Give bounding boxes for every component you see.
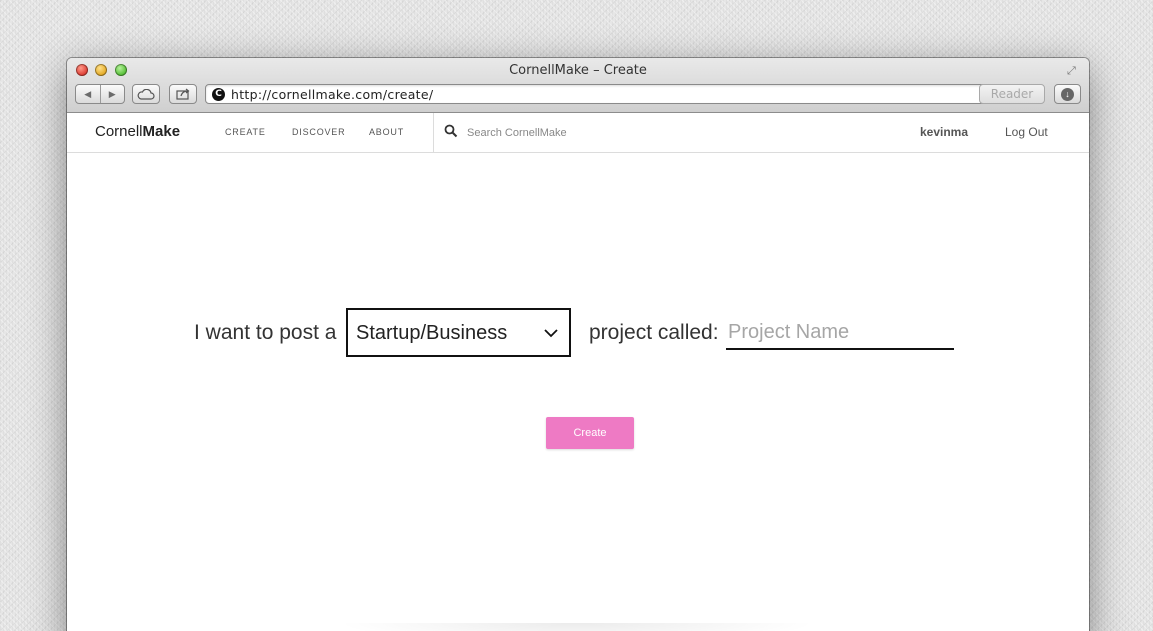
project-name-input[interactable] (726, 316, 954, 350)
window-title: CornellMake – Create (509, 63, 647, 78)
nav-divider (433, 113, 434, 152)
back-icon[interactable]: ◀ (76, 89, 100, 100)
site-logo[interactable]: CornellMake (95, 123, 180, 140)
selected-category: Startup/Business (356, 322, 508, 344)
forward-icon[interactable]: ▶ (101, 89, 125, 100)
project-category-select[interactable]: Startup/Business (346, 308, 571, 357)
username-link[interactable]: kevinma (920, 125, 968, 139)
fullscreen-icon[interactable]: ⤢ (1067, 64, 1081, 78)
cloud-icon (137, 88, 155, 100)
site-navbar: CornellMake CREATE DISCOVER ABOUT kevinm… (67, 113, 1089, 153)
download-icon: ↓ (1061, 87, 1074, 101)
create-button[interactable]: Create (546, 417, 634, 449)
project-called-text: project called: (589, 321, 719, 344)
address-bar[interactable]: C http://cornellmake.com/create/ ↻ (205, 84, 1042, 104)
url-text[interactable]: http://cornellmake.com/create/ (231, 87, 433, 102)
nav-discover-link[interactable]: DISCOVER (292, 127, 345, 137)
logo-bold: Make (142, 123, 181, 140)
nav-create-link[interactable]: CREATE (225, 127, 266, 137)
post-prompt-text: I want to post a (194, 321, 337, 344)
share-button[interactable] (169, 84, 197, 104)
search-icon (444, 124, 458, 138)
browser-window: CornellMake – Create ⤢ ◀ ▶ C http://corn… (67, 58, 1089, 631)
decorative-shadow (337, 623, 817, 631)
logout-link[interactable]: Log Out (1005, 125, 1048, 139)
nav-about-link[interactable]: ABOUT (369, 127, 404, 137)
site-favicon: C (212, 88, 225, 101)
icloud-tabs-button[interactable] (132, 84, 160, 104)
back-forward-group: ◀ ▶ (75, 84, 125, 104)
logo-regular: Cornell (95, 123, 143, 140)
share-icon (175, 88, 189, 100)
search-input[interactable] (465, 122, 769, 144)
downloads-button[interactable]: ↓ (1054, 84, 1081, 104)
reader-button[interactable]: Reader (979, 84, 1045, 104)
chevron-down-icon (544, 329, 558, 338)
window-titlebar: CornellMake – Create ⤢ ◀ ▶ C http://corn… (67, 58, 1089, 113)
